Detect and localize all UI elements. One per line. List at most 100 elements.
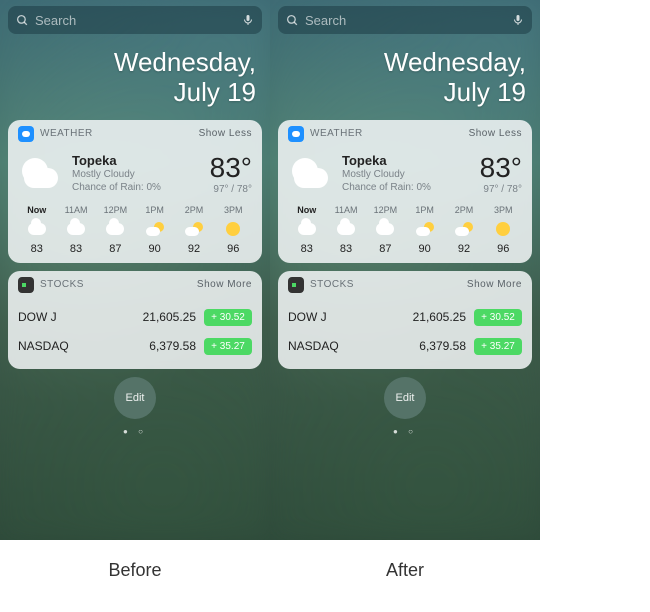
weather-widget-header: WEATHER Show Less bbox=[8, 120, 262, 148]
hour-temp: 92 bbox=[175, 243, 212, 255]
weather-widget-title: WEATHER bbox=[310, 128, 469, 139]
hour-label: 12PM bbox=[97, 205, 134, 215]
stock-change-badge: + 30.52 bbox=[204, 309, 252, 326]
cloud-icon bbox=[376, 223, 394, 235]
search-bar[interactable] bbox=[8, 6, 262, 34]
hour-temp: 96 bbox=[215, 243, 252, 255]
hour-label: 3PM bbox=[215, 205, 252, 215]
stock-value: 21,605.25 bbox=[124, 310, 196, 324]
stocks-widget: STOCKS Show More DOW J 21,605.25 + 30.52… bbox=[278, 271, 532, 369]
hourly-forecast-item: Now 83 bbox=[18, 205, 55, 255]
hour-label: 2PM bbox=[175, 205, 212, 215]
partly-cloudy-icon bbox=[455, 222, 473, 236]
stocks-widget-title: STOCKS bbox=[310, 279, 467, 290]
rain-chance: Chance of Rain: 0% bbox=[342, 181, 480, 194]
hourly-forecast-item: 11AM 83 bbox=[327, 205, 364, 255]
mic-icon[interactable] bbox=[512, 12, 524, 28]
date-display: Wednesday, July 19 bbox=[8, 34, 262, 120]
stocks-widget: STOCKS Show More DOW J 21,605.25 + 30.52… bbox=[8, 271, 262, 369]
hour-label: 11AM bbox=[327, 205, 364, 215]
rain-chance: Chance of Rain: 0% bbox=[72, 181, 210, 194]
show-less-button[interactable]: Show Less bbox=[199, 128, 252, 139]
hourly-forecast-item: 11AM 83 bbox=[57, 205, 94, 255]
condition-text: Mostly Cloudy bbox=[72, 168, 210, 181]
cloud-icon bbox=[298, 223, 316, 235]
edit-button[interactable]: Edit bbox=[384, 377, 426, 419]
hourly-forecast-item: 1PM 90 bbox=[406, 205, 443, 255]
today-view-screen: Wednesday, July 19 WEATHER Show Less Top… bbox=[270, 0, 540, 540]
search-bar[interactable] bbox=[278, 6, 532, 34]
hourly-forecast-item: 12PM 87 bbox=[367, 205, 404, 255]
hourly-forecast-item: Now 83 bbox=[288, 205, 325, 255]
stock-symbol: NASDAQ bbox=[288, 339, 394, 353]
current-temp: 83° bbox=[480, 152, 522, 184]
current-temp: 83° bbox=[210, 152, 252, 184]
city-name: Topeka bbox=[72, 153, 210, 168]
date-display: Wednesday, July 19 bbox=[278, 34, 532, 120]
stocks-app-icon bbox=[288, 277, 304, 293]
hour-temp: 90 bbox=[406, 243, 443, 255]
show-less-button[interactable]: Show Less bbox=[469, 128, 522, 139]
cloud-icon bbox=[288, 158, 332, 188]
hour-temp: 96 bbox=[485, 243, 522, 255]
hour-label: 1PM bbox=[136, 205, 173, 215]
hourly-forecast-item: 3PM 96 bbox=[485, 205, 522, 255]
mic-icon[interactable] bbox=[242, 12, 254, 28]
stock-row[interactable]: DOW J 21,605.25 + 30.52 bbox=[18, 303, 252, 332]
search-input[interactable] bbox=[305, 13, 512, 28]
date-monthday: July 19 bbox=[278, 78, 526, 108]
hour-label: 3PM bbox=[485, 205, 522, 215]
stock-row[interactable]: DOW J 21,605.25 + 30.52 bbox=[288, 303, 522, 332]
show-more-button[interactable]: Show More bbox=[197, 279, 252, 290]
weather-widget-title: WEATHER bbox=[40, 128, 199, 139]
hour-temp: 83 bbox=[327, 243, 364, 255]
stocks-widget-header: STOCKS Show More bbox=[8, 271, 262, 299]
weather-widget-header: WEATHER Show Less bbox=[278, 120, 532, 148]
hour-temp: 90 bbox=[136, 243, 173, 255]
temp-range: 97° / 78° bbox=[480, 184, 522, 195]
partly-cloudy-icon bbox=[416, 222, 434, 236]
hour-temp: 92 bbox=[445, 243, 482, 255]
search-input[interactable] bbox=[35, 13, 242, 28]
stocks-widget-header: STOCKS Show More bbox=[278, 271, 532, 299]
temp-range: 97° / 78° bbox=[210, 184, 252, 195]
page-indicator[interactable]: ● ○ bbox=[8, 427, 262, 436]
date-monthday: July 19 bbox=[8, 78, 256, 108]
condition-text: Mostly Cloudy bbox=[342, 168, 480, 181]
hour-label: 1PM bbox=[406, 205, 443, 215]
stock-value: 6,379.58 bbox=[394, 339, 466, 353]
hour-label: 2PM bbox=[445, 205, 482, 215]
weather-summary: Topeka Mostly Cloudy Chance of Rain: 0% … bbox=[288, 152, 522, 195]
caption-after: After bbox=[270, 540, 540, 601]
weather-app-icon bbox=[288, 126, 304, 142]
stock-row[interactable]: NASDAQ 6,379.58 + 35.27 bbox=[288, 332, 522, 361]
hourly-forecast-item: 1PM 90 bbox=[136, 205, 173, 255]
hour-label: 11AM bbox=[57, 205, 94, 215]
date-weekday: Wednesday, bbox=[8, 48, 256, 78]
hour-temp: 83 bbox=[288, 243, 325, 255]
stock-value: 6,379.58 bbox=[124, 339, 196, 353]
cloud-icon bbox=[18, 158, 62, 188]
cloud-icon bbox=[106, 223, 124, 235]
stock-symbol: DOW J bbox=[18, 310, 124, 324]
hour-label: 12PM bbox=[367, 205, 404, 215]
hourly-forecast-item: 2PM 92 bbox=[445, 205, 482, 255]
edit-button[interactable]: Edit bbox=[114, 377, 156, 419]
hour-label: Now bbox=[18, 205, 55, 215]
search-icon bbox=[286, 14, 299, 27]
stocks-app-icon bbox=[18, 277, 34, 293]
search-icon bbox=[16, 14, 29, 27]
show-more-button[interactable]: Show More bbox=[467, 279, 522, 290]
weather-widget: WEATHER Show Less Topeka Mostly Cloudy C… bbox=[8, 120, 262, 263]
stock-change-badge: + 35.27 bbox=[474, 338, 522, 355]
cloud-icon bbox=[337, 223, 355, 235]
sun-icon bbox=[496, 222, 510, 236]
hour-temp: 87 bbox=[97, 243, 134, 255]
hourly-forecast: Now 83 11AM 83 12PM 87 1PM 90 2PM 92 3PM… bbox=[288, 205, 522, 255]
stock-symbol: DOW J bbox=[288, 310, 394, 324]
stock-row[interactable]: NASDAQ 6,379.58 + 35.27 bbox=[18, 332, 252, 361]
hour-temp: 87 bbox=[367, 243, 404, 255]
page-indicator[interactable]: ● ○ bbox=[278, 427, 532, 436]
hour-temp: 83 bbox=[57, 243, 94, 255]
hourly-forecast-item: 3PM 96 bbox=[215, 205, 252, 255]
